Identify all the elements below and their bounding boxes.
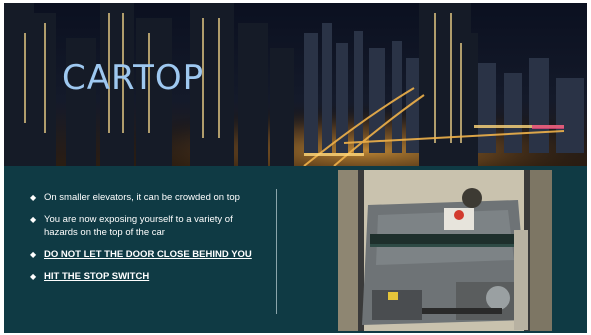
- elevator-cartop-photo: [338, 170, 552, 331]
- cartop-illustration: [338, 170, 552, 331]
- diamond-bullet-icon: ◆: [30, 193, 37, 202]
- city-skyline-header-image: CARTOP: [4, 3, 587, 166]
- slide-title: CARTOP: [62, 58, 205, 98]
- diamond-bullet-icon: ◆: [30, 215, 37, 224]
- list-item: ◆ You are now exposing yourself to a var…: [30, 213, 260, 239]
- bullet-text: DO NOT LET THE DOOR CLOSE BEHIND YOU: [44, 249, 252, 260]
- presentation-slide: CARTOP ◆ On smaller elevators, it can be…: [0, 0, 591, 335]
- vertical-divider: [276, 189, 277, 314]
- bullet-text: You are now exposing yourself to a varie…: [44, 214, 233, 238]
- bullet-list: ◆ On smaller elevators, it can be crowde…: [30, 191, 260, 292]
- list-item: ◆ DO NOT LET THE DOOR CLOSE BEHIND YOU: [30, 248, 260, 261]
- bullet-text: On smaller elevators, it can be crowded …: [44, 192, 240, 203]
- list-item: ◆ On smaller elevators, it can be crowde…: [30, 191, 260, 204]
- content-panel: ◆ On smaller elevators, it can be crowde…: [4, 166, 587, 333]
- diamond-bullet-icon: ◆: [30, 272, 37, 281]
- bullet-text: HIT THE STOP SWITCH: [44, 271, 150, 282]
- list-item: ◆ HIT THE STOP SWITCH: [30, 270, 260, 283]
- diamond-bullet-icon: ◆: [30, 250, 37, 259]
